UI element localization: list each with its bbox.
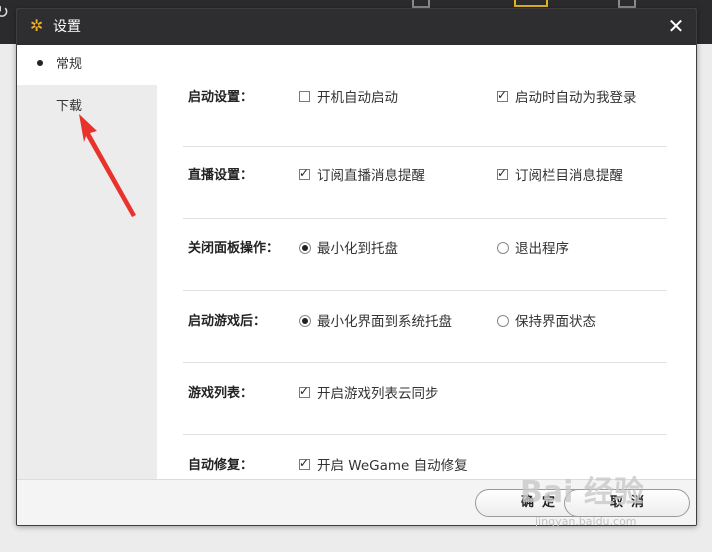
checkmark-icon: ✓ xyxy=(299,166,310,180)
dialog-title: 设置 xyxy=(53,19,81,35)
checkmark-icon: ✓ xyxy=(299,384,310,398)
toolbar-glyph-icon xyxy=(412,0,430,8)
checkbox-icon: ✓ xyxy=(299,166,310,180)
minimize-ui-to-tray-radio[interactable]: 最小化界面到系统托盘 xyxy=(299,313,452,331)
option-label: 最小化到托盘 xyxy=(317,241,398,257)
option-label: 开启游戏列表云同步 xyxy=(317,386,439,402)
divider xyxy=(183,146,667,147)
watermark-url: jingyan.baidu.com xyxy=(535,515,637,528)
row-label: 启动设置： xyxy=(188,90,254,105)
checkmark-icon: ✓ xyxy=(497,88,508,102)
option-label: 最小化界面到系统托盘 xyxy=(317,314,452,330)
option-label: 开机自动启动 xyxy=(317,90,398,106)
radio-icon xyxy=(299,242,311,254)
sidebar-item-general[interactable]: 常规 xyxy=(17,45,157,85)
checkbox-icon xyxy=(299,91,310,102)
checkmark-icon: ✓ xyxy=(497,166,508,180)
checkbox-icon: ✓ xyxy=(299,456,310,470)
radio-icon xyxy=(497,242,509,254)
option-label: 开启 WeGame 自动修复 xyxy=(317,458,468,474)
exit-program-radio[interactable]: 退出程序 xyxy=(497,240,569,258)
checkbox-icon: ✓ xyxy=(299,384,310,398)
row-label: 游戏列表： xyxy=(188,386,254,401)
checkbox-icon: ✓ xyxy=(497,166,508,180)
row-label: 启动游戏后： xyxy=(188,314,267,329)
cloud-sync-checkbox[interactable]: ✓ 开启游戏列表云同步 xyxy=(299,384,439,403)
radio-dot-icon xyxy=(302,245,308,251)
divider xyxy=(183,362,667,363)
radio-icon xyxy=(497,315,509,327)
toolbar-highlight-icon xyxy=(514,0,548,7)
checkmark-icon: ✓ xyxy=(299,456,310,470)
option-label: 订阅栏目消息提醒 xyxy=(515,168,623,184)
option-label: 退出程序 xyxy=(515,241,569,257)
column-notify-checkbox[interactable]: ✓ 订阅栏目消息提醒 xyxy=(497,166,623,185)
watermark-logo: Bai 经验 xyxy=(520,475,644,510)
active-bullet-icon xyxy=(37,60,43,66)
checkbox-icon: ✓ xyxy=(497,88,508,102)
settings-sidebar: 常规 下载 xyxy=(17,45,157,479)
row-label: 直播设置： xyxy=(188,168,254,183)
row-label: 关闭面板操作： xyxy=(188,241,280,256)
divider xyxy=(183,290,667,291)
auto-start-checkbox[interactable]: 开机自动启动 xyxy=(299,89,398,107)
option-label: 启动时自动为我登录 xyxy=(515,90,637,106)
auto-login-checkbox[interactable]: ✓ 启动时自动为我登录 xyxy=(497,88,637,107)
divider xyxy=(183,434,667,435)
live-notify-checkbox[interactable]: ✓ 订阅直播消息提醒 xyxy=(299,166,425,185)
settings-dialog: ✲ 设置 ✕ 常规 下载 启动设置： 开机自动启动 ✓ 启动时自动为我登录 直播… xyxy=(16,8,697,526)
auto-repair-checkbox[interactable]: ✓ 开启 WeGame 自动修复 xyxy=(299,456,468,475)
close-icon[interactable]: ✕ xyxy=(666,16,686,36)
radio-icon xyxy=(299,315,311,327)
red-arrow-icon xyxy=(79,114,136,217)
minimize-to-tray-radio[interactable]: 最小化到托盘 xyxy=(299,240,398,258)
divider xyxy=(183,218,667,219)
toolbar-glyph-icon xyxy=(618,0,636,8)
sidebar-item-label: 常规 xyxy=(56,57,83,72)
keep-ui-state-radio[interactable]: 保持界面状态 xyxy=(497,313,596,331)
radio-dot-icon xyxy=(302,318,308,324)
option-label: 订阅直播消息提醒 xyxy=(317,168,425,184)
gear-icon: ✲ xyxy=(30,16,44,35)
settings-content: 启动设置： 开机自动启动 ✓ 启动时自动为我登录 直播设置： ✓ 订阅直播消息提… xyxy=(157,45,696,479)
refresh-icon: ↻ xyxy=(0,2,10,23)
dialog-titlebar: ✲ 设置 ✕ xyxy=(17,9,696,45)
option-label: 保持界面状态 xyxy=(515,314,596,330)
row-label: 自动修复： xyxy=(188,458,254,473)
